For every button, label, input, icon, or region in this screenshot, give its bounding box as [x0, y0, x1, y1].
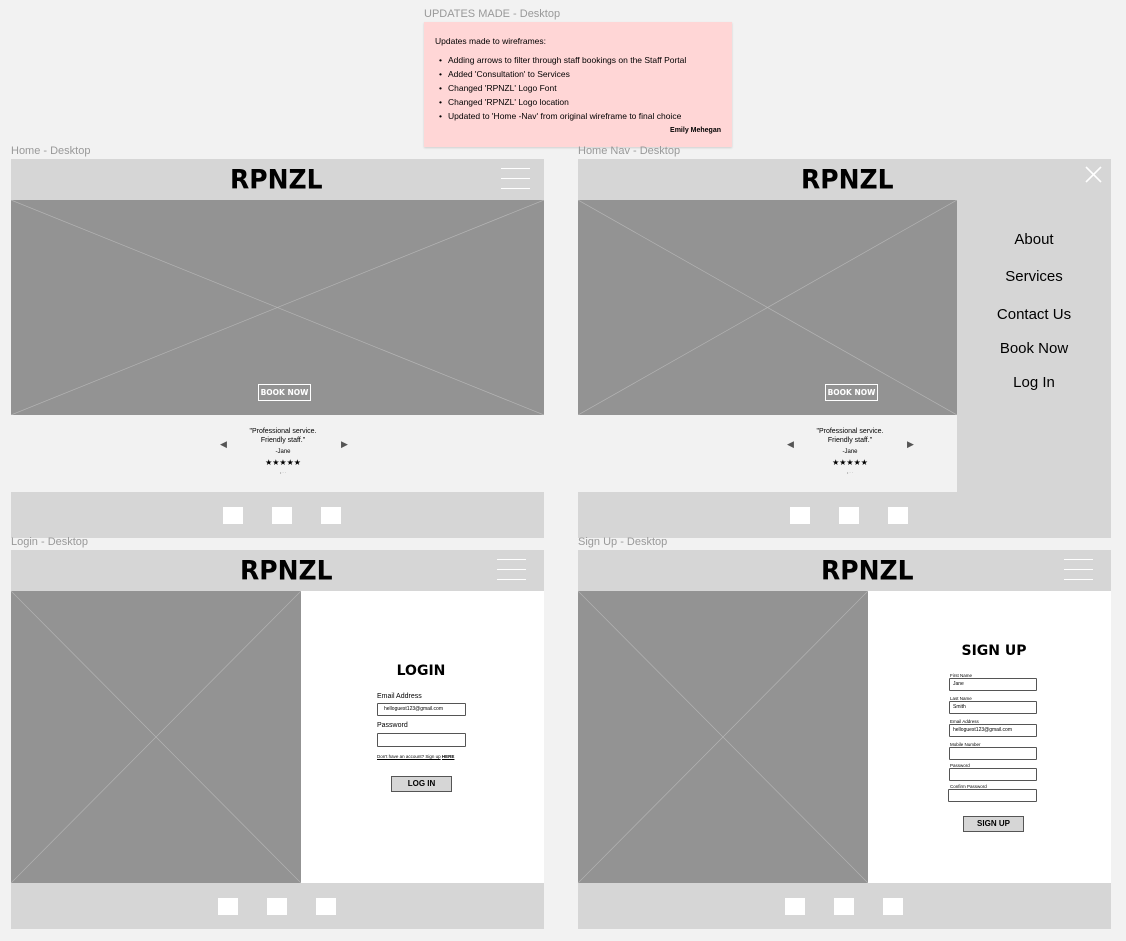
testimonial: "Professional service. Friendly staff." … — [790, 428, 910, 478]
nav-item-services[interactable]: Services — [957, 268, 1111, 285]
carousel-dots[interactable]: • · · — [790, 469, 910, 478]
testimonial-quote-line1: "Professional service. — [249, 428, 317, 435]
email-field[interactable]: helloguest123@gmail.com — [377, 703, 466, 716]
hero-image-placeholder: BOOK NOW — [11, 200, 544, 415]
hamburger-menu-icon[interactable] — [501, 168, 530, 189]
hero-image-placeholder: BOOK NOW — [578, 200, 957, 415]
signup-prompt: Don't have an account? Sign up HERE — [377, 754, 454, 759]
password-field[interactable] — [949, 768, 1037, 781]
logo[interactable]: RPNZL — [821, 555, 914, 585]
email-label: Email Address — [377, 693, 422, 700]
form-title: LOGIN — [396, 663, 446, 679]
footer — [11, 492, 544, 538]
email-field[interactable]: helloguest123@gmail.com — [949, 724, 1037, 737]
star-rating: ★★★★★ — [265, 457, 301, 467]
form-title: SIGN UP — [961, 643, 1027, 659]
testimonial: "Professional service. Friendly staff." … — [223, 428, 343, 478]
sign-up-button[interactable]: SIGN UP — [963, 816, 1024, 832]
testimonial-author: -Jane — [842, 449, 858, 455]
testimonial-quote-line1: "Professional service. — [816, 428, 884, 435]
log-in-button[interactable]: LOG IN — [391, 776, 452, 792]
updates-note: Updates made to wireframes: Adding arrow… — [424, 22, 732, 147]
home-frame: RPNZL BOOK NOW ◀ ▶ "Professional service… — [11, 159, 544, 538]
nav-item-log-in[interactable]: Log In — [957, 374, 1111, 391]
carousel-dots[interactable]: • · · — [223, 469, 343, 478]
nav-item-book-now[interactable]: Book Now — [957, 340, 1111, 357]
social-icon[interactable] — [316, 898, 336, 915]
last-name-field[interactable]: Smith — [949, 701, 1037, 714]
hamburger-menu-icon[interactable] — [497, 559, 526, 580]
confirm-password-field[interactable] — [948, 789, 1037, 802]
social-icon[interactable] — [267, 898, 287, 915]
nav-item-about[interactable]: About — [957, 231, 1111, 248]
signup-link[interactable]: HERE — [442, 754, 455, 759]
frame-label-updates: UPDATES MADE - Desktop — [424, 8, 561, 20]
testimonial-quote-line2: Friendly staff." — [260, 436, 306, 444]
signup-prompt-text: Don't have an account? Sign up — [377, 754, 441, 759]
signup-image-placeholder — [578, 591, 868, 883]
testimonial-quote-line2: Friendly staff." — [827, 436, 873, 444]
home-nav-frame: RPNZL BOOK NOW ◀ ▶ "Professional service… — [578, 159, 1111, 538]
nav-item-contact-us[interactable]: Contact Us — [957, 306, 1111, 323]
logo[interactable]: RPNZL — [230, 164, 323, 194]
social-icon[interactable] — [321, 507, 341, 524]
updates-list-item: Updated to 'Home -Nav' from original wir… — [435, 109, 686, 123]
footer — [11, 883, 544, 929]
password-field[interactable] — [377, 733, 466, 747]
book-now-button[interactable]: BOOK NOW — [258, 384, 311, 401]
frame-label-signup: Sign Up - Desktop — [578, 536, 668, 548]
hamburger-menu-icon[interactable] — [1064, 559, 1093, 580]
social-icon[interactable] — [839, 507, 859, 524]
signup-frame: RPNZL SIGN UP First Name Jane Last Name … — [578, 550, 1111, 929]
mobile-field[interactable] — [949, 747, 1037, 760]
password-label: Password — [377, 722, 408, 729]
logo[interactable]: RPNZL — [801, 164, 894, 194]
social-icon[interactable] — [785, 898, 805, 915]
updates-list-item: Changed 'RPNZL' Logo Font — [435, 81, 686, 95]
updates-list-item: Changed 'RPNZL' Logo location — [435, 95, 686, 109]
testimonial-author: -Jane — [275, 449, 291, 455]
login-frame: RPNZL LOGIN Email Address helloguest123@… — [11, 550, 544, 929]
first-name-field[interactable]: Jane — [949, 678, 1037, 691]
social-icon[interactable] — [834, 898, 854, 915]
frame-label-login: Login - Desktop — [11, 536, 89, 548]
book-now-button[interactable]: BOOK NOW — [825, 384, 878, 401]
updates-note-title: Updates made to wireframes: — [435, 36, 547, 46]
social-icon[interactable] — [218, 898, 238, 915]
logo[interactable]: RPNZL — [240, 555, 333, 585]
social-icon[interactable] — [888, 507, 908, 524]
header: RPNZL — [11, 159, 544, 200]
social-icon[interactable] — [790, 507, 810, 524]
social-icon[interactable] — [272, 507, 292, 524]
nav-drawer: About Services Contact Us Book Now Log I… — [957, 159, 1111, 538]
header: RPNZL — [11, 550, 544, 591]
header: RPNZL — [578, 550, 1111, 591]
star-rating: ★★★★★ — [832, 457, 868, 467]
updates-signature: Emily Mehegan — [670, 127, 721, 134]
updates-list: Adding arrows to filter through staff bo… — [435, 53, 686, 123]
close-icon[interactable] — [1085, 166, 1102, 183]
frame-label-home-nav: Home Nav - Desktop — [578, 145, 681, 157]
footer — [578, 883, 1111, 929]
updates-list-item: Adding arrows to filter through staff bo… — [435, 53, 686, 67]
login-image-placeholder — [11, 591, 301, 883]
social-icon[interactable] — [883, 898, 903, 915]
updates-list-item: Added 'Consultation' to Services — [435, 67, 686, 81]
frame-label-home: Home - Desktop — [11, 145, 91, 157]
social-icon[interactable] — [223, 507, 243, 524]
